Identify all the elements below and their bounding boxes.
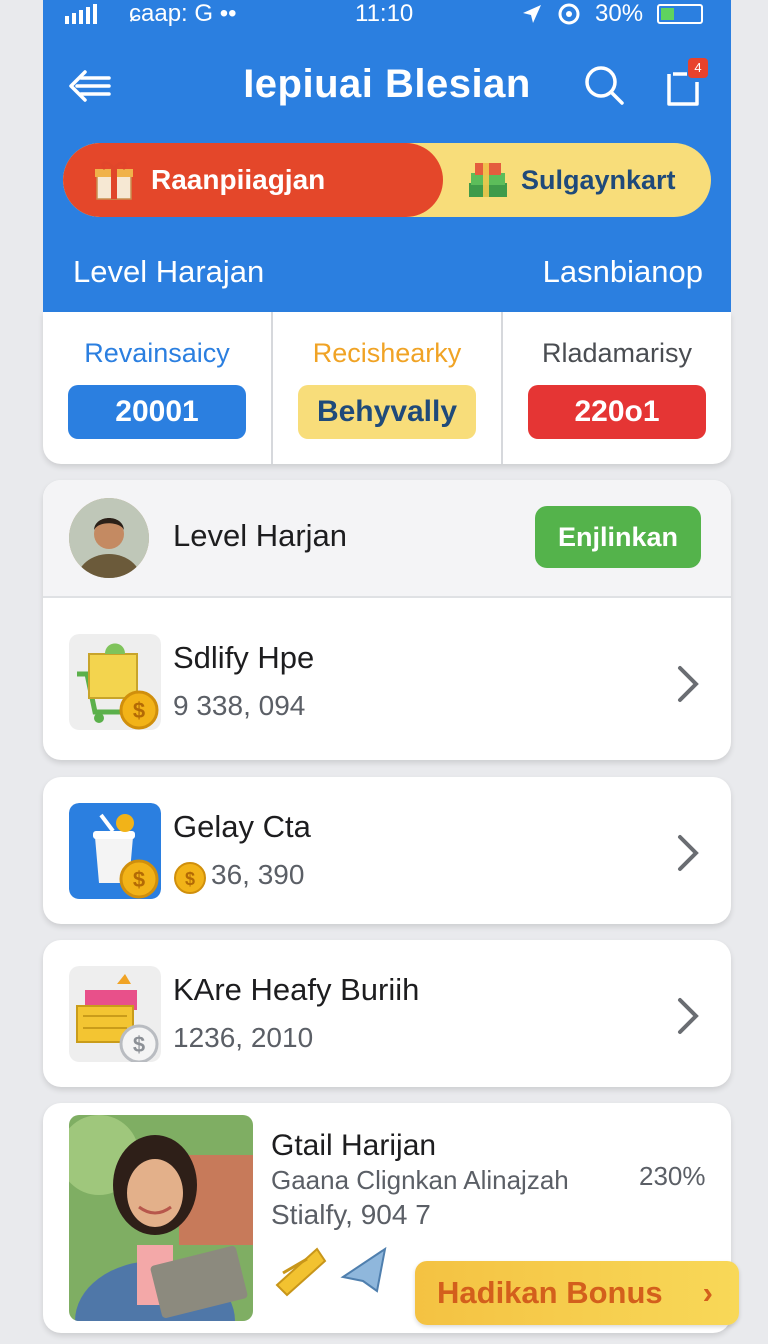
page-title: Iepiuai Blesian — [243, 62, 531, 106]
stat-2[interactable]: Recishearky Behyvally — [271, 312, 501, 464]
stats-card: Revainsaicy 20001 Recishearky Behyvally … — [43, 312, 731, 464]
status-right: 30% — [521, 0, 704, 28]
notification-badge: 4 — [688, 58, 708, 78]
avatar — [69, 498, 149, 578]
location-icon — [523, 5, 541, 23]
money-stack-icon — [469, 163, 507, 197]
chevron-right-icon: › — [702, 1275, 713, 1310]
tab-right-label: Sulgaynkart — [521, 164, 676, 195]
basket-coin-icon: $ — [69, 966, 161, 1062]
cup-coin-icon: $ — [69, 803, 161, 899]
gold-plane-icon — [275, 1247, 327, 1297]
svg-text:$: $ — [133, 698, 145, 723]
list-card: $ KAre Heafy Buriih 1236, 2010 — [43, 940, 731, 1087]
svg-text:$: $ — [133, 1032, 145, 1057]
header: Iepiuai Blesian 4 Raanpiiagjan Sulgaynka… — [43, 32, 731, 312]
status-time: 11:10 — [355, 0, 414, 27]
item-title: KAre Heafy Buriih — [173, 972, 420, 1007]
promo-amount: Stialfy, 904 7 — [271, 1199, 431, 1230]
stat-label: Revainsaicy — [84, 338, 230, 368]
promo-title: Gtail Harijan — [271, 1129, 437, 1162]
app-screen: ɕaap: G •• 11:10 30% Iepiuai Blesian 4 R… — [43, 0, 739, 1344]
tab-left-label: Raanpiiagjan — [151, 164, 326, 195]
search-icon[interactable] — [583, 64, 625, 106]
item-title: Sdlify Hpe — [173, 640, 315, 675]
chevron-right-icon — [678, 998, 699, 1034]
segment-control: Raanpiiagjan Sulgaynkart — [63, 143, 711, 217]
clock-icon — [558, 3, 580, 25]
promo-subtitle: Gaana Clignkan Alinajzah — [271, 1165, 569, 1195]
bonus-button[interactable]: Hadikan Bonus › — [415, 1261, 739, 1325]
list-item[interactable]: $ KAre Heafy Buriih 1236, 2010 — [43, 932, 731, 1092]
level-label: Level Harajan — [73, 254, 265, 289]
blue-plane-icon — [340, 1246, 387, 1293]
chevron-right-icon — [678, 835, 699, 871]
list-item[interactable]: $ Gelay Cta $ 36, 390 — [43, 769, 731, 929]
list-item[interactable]: $ Sdlify Hpe 9 338, 094 — [43, 600, 731, 760]
stat-value: 220o1 — [528, 385, 706, 439]
battery-percent: 30% — [595, 0, 644, 27]
promo-card[interactable]: Gtail Harijan Gaana Clignkan Alinajzah 2… — [43, 1103, 739, 1333]
tab-left[interactable]: Raanpiiagjan — [63, 143, 443, 217]
gift-icon — [95, 161, 133, 200]
bonus-button-label: Hadikan Bonus — [437, 1275, 663, 1310]
tab-right[interactable]: Sulgaynkart — [443, 143, 711, 217]
shopping-cart-coin-icon: $ — [69, 634, 161, 730]
status-bar: ɕaap: G •• 11:10 30% — [43, 0, 731, 32]
profile-name: Level Harjan — [173, 518, 348, 553]
item-title: Gelay Cta — [173, 809, 311, 844]
stat-value: 20001 — [68, 385, 246, 439]
item-amount: 9 338, 094 — [173, 690, 306, 721]
stat-label: Rladamarisy — [541, 338, 693, 368]
signal-icon — [65, 4, 97, 24]
stat-value: Behyvally — [298, 385, 476, 439]
profile-card: Level Harjan Enjlinkan $ Sdlify Hpe 9 33… — [43, 480, 731, 760]
svg-text:$: $ — [185, 869, 195, 889]
stat-label: Recishearky — [312, 338, 462, 368]
item-amount: 36, 390 — [211, 859, 305, 890]
carrier-label: ɕaap: G •• — [129, 0, 237, 27]
level-right-label[interactable]: Lasnbianop — [543, 254, 703, 290]
promo-percent: 230% — [639, 1161, 706, 1191]
chevron-right-icon — [678, 666, 699, 702]
avatar-image — [69, 498, 149, 578]
stat-1[interactable]: Revainsaicy 20001 — [43, 312, 271, 464]
enjoy-button[interactable]: Enjlinkan — [535, 506, 701, 568]
notification-button[interactable]: 4 — [663, 58, 711, 108]
stat-3[interactable]: Rladamarisy 220o1 — [501, 312, 731, 464]
promo-photo — [69, 1115, 253, 1321]
battery-icon — [657, 4, 704, 24]
svg-text:$: $ — [133, 867, 145, 892]
list-card: $ Gelay Cta $ 36, 390 — [43, 777, 731, 924]
profile-header: Level Harjan Enjlinkan — [43, 480, 731, 598]
coin-icon: $ — [174, 862, 206, 894]
item-amount: 1236, 2010 — [173, 1022, 314, 1053]
